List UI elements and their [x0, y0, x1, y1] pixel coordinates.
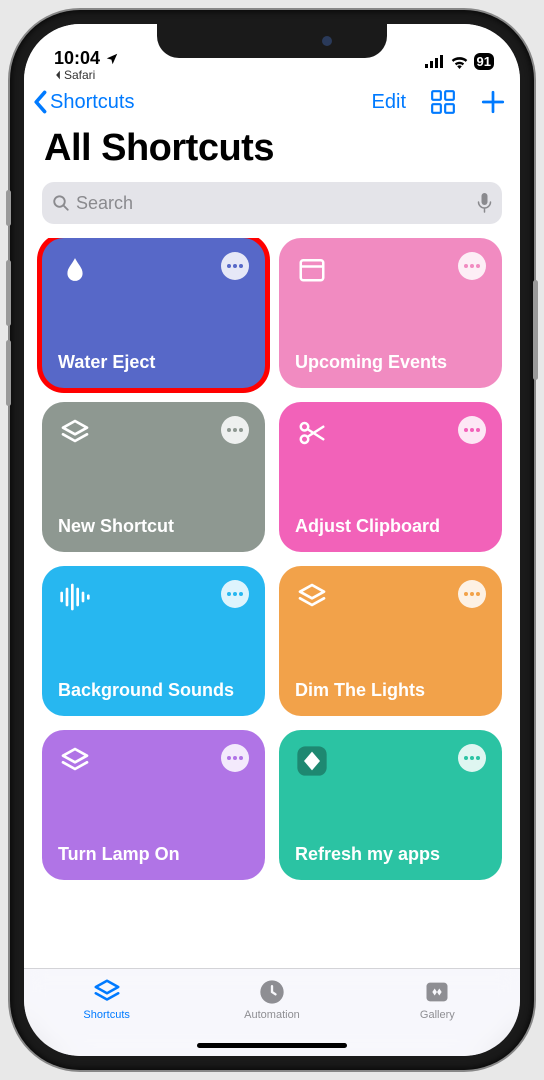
- search-placeholder: Search: [76, 193, 471, 214]
- side-button: [6, 260, 11, 326]
- layers-icon: [58, 744, 92, 778]
- tile-options-button[interactable]: [458, 416, 486, 444]
- status-right: 91: [425, 53, 494, 82]
- battery-indicator: 91: [474, 53, 494, 70]
- back-app-label: Safari: [64, 68, 95, 82]
- tile-options-button[interactable]: [458, 744, 486, 772]
- tile-label: Refresh my apps: [295, 844, 486, 866]
- shortcut-tile[interactable]: New Shortcut: [42, 402, 265, 552]
- add-button[interactable]: [480, 89, 506, 115]
- layers-icon: [92, 977, 122, 1007]
- tab-label: Shortcuts: [83, 1009, 129, 1021]
- shortcut-tile[interactable]: Background Sounds: [42, 566, 265, 716]
- status-time: 10:04: [54, 48, 100, 69]
- scissors-icon: [295, 416, 329, 450]
- search-row: Search: [24, 182, 520, 238]
- nav-bar: Shortcuts Edit: [24, 84, 520, 123]
- tile-label: Background Sounds: [58, 680, 249, 702]
- tab-automation[interactable]: Automation: [212, 977, 332, 1021]
- clock-icon: [257, 977, 287, 1007]
- tab-label: Gallery: [420, 1009, 455, 1021]
- tile-label: Dim The Lights: [295, 680, 486, 702]
- side-button: [533, 280, 538, 380]
- shortcut-tile[interactable]: Dim The Lights: [279, 566, 502, 716]
- tile-options-button[interactable]: [458, 252, 486, 280]
- shortcut-tile[interactable]: Turn Lamp On: [42, 730, 265, 880]
- tile-label: Upcoming Events: [295, 352, 486, 374]
- tile-options-button[interactable]: [221, 416, 249, 444]
- tab-label: Automation: [244, 1009, 300, 1021]
- chevron-left-icon: [33, 90, 49, 114]
- waveform-icon: [58, 580, 92, 614]
- tile-options-button[interactable]: [458, 580, 486, 608]
- tile-label: Water Eject: [58, 352, 249, 374]
- tile-options-button[interactable]: [221, 744, 249, 772]
- shortcut-tile[interactable]: Water Eject: [42, 238, 265, 388]
- tile-options-button[interactable]: [221, 580, 249, 608]
- shortcut-tile[interactable]: Adjust Clipboard: [279, 402, 502, 552]
- side-button: [6, 340, 11, 406]
- shortcut-tile[interactable]: Refresh my apps: [279, 730, 502, 880]
- wifi-icon: [450, 55, 469, 69]
- notch: [157, 24, 387, 58]
- page-title: All Shortcuts: [24, 123, 520, 182]
- cellular-icon: [425, 55, 445, 68]
- home-indicator[interactable]: [197, 1043, 347, 1048]
- back-to-app-button[interactable]: Safari: [54, 68, 119, 82]
- search-icon: [52, 194, 70, 212]
- phone-frame: 10:04 Safari 91 Shortcuts Edit: [10, 10, 534, 1070]
- phone-screen: 10:04 Safari 91 Shortcuts Edit: [24, 24, 520, 1056]
- shortcuts-grid: Water Eject Upcoming Events New Shortcut Ad…: [42, 238, 502, 880]
- tile-label: Adjust Clipboard: [295, 516, 486, 538]
- diamond-icon: [295, 744, 329, 778]
- tab-shortcuts[interactable]: Shortcuts: [47, 977, 167, 1021]
- tile-label: Turn Lamp On: [58, 844, 249, 866]
- layers-icon: [295, 580, 329, 614]
- back-button[interactable]: Shortcuts: [33, 90, 134, 114]
- search-input[interactable]: Search: [42, 182, 502, 224]
- drop-icon: [58, 252, 92, 286]
- shortcuts-grid-area: Water Eject Upcoming Events New Shortcut Ad…: [24, 238, 520, 968]
- tile-label: New Shortcut: [58, 516, 249, 538]
- tile-options-button[interactable]: [221, 252, 249, 280]
- side-button: [6, 190, 11, 226]
- back-label: Shortcuts: [50, 91, 134, 114]
- layers-icon: [58, 416, 92, 450]
- mic-icon[interactable]: [477, 193, 492, 213]
- tab-gallery[interactable]: Gallery: [377, 977, 497, 1021]
- shortcut-tile[interactable]: Upcoming Events: [279, 238, 502, 388]
- location-icon: [105, 52, 119, 66]
- grid-view-icon[interactable]: [430, 89, 456, 115]
- calendar-icon: [295, 252, 329, 286]
- gallery-icon: [422, 977, 452, 1007]
- edit-button[interactable]: Edit: [372, 91, 406, 114]
